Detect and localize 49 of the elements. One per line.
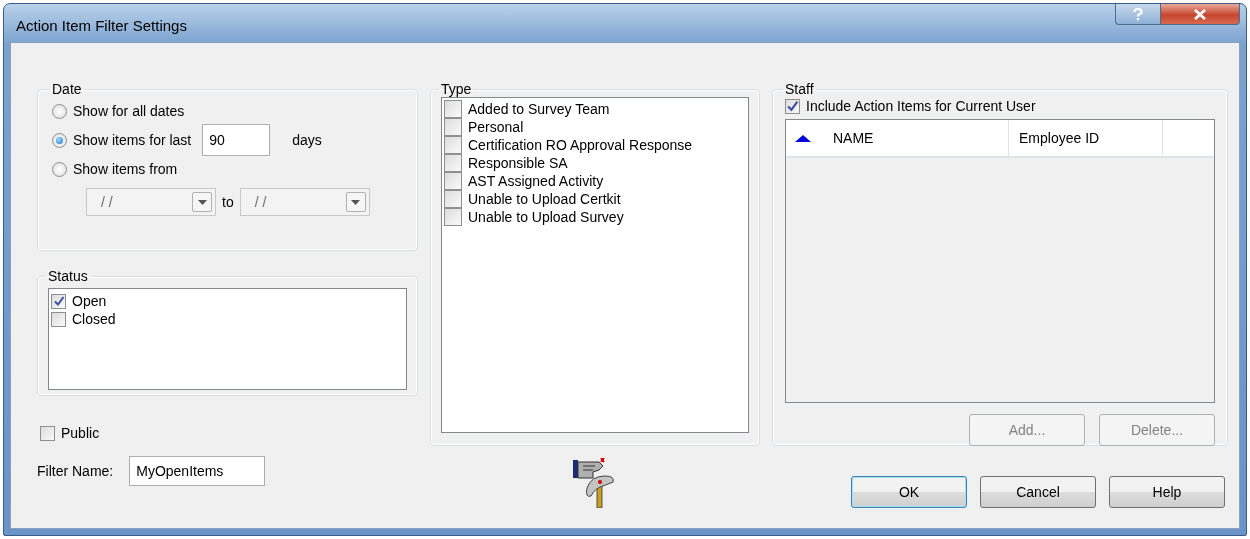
checkbox-label: Unable to Upload Survey	[468, 208, 624, 226]
window-title: Action Item Filter Settings	[15, 15, 187, 34]
checkbox-label: Unable to Upload Certkit	[468, 190, 621, 208]
checkbox-label: Certification RO Approval Response	[468, 136, 693, 154]
checkbox-label: Open	[72, 292, 107, 310]
radio-label: Show items from	[73, 161, 178, 177]
checkbox[interactable]	[444, 154, 462, 172]
checkbox-label: Personal	[468, 118, 524, 136]
checkbox-label: Added to Survey Team	[468, 100, 610, 118]
checkbox-label: Include Action Items for Current User	[806, 97, 1036, 115]
cancel-button[interactable]: Cancel	[980, 476, 1096, 508]
days-field[interactable]: 90	[202, 124, 271, 156]
days-label: days	[292, 132, 322, 148]
checkbox[interactable]	[785, 98, 800, 114]
checkbox-label: Public	[61, 424, 100, 442]
dropdown-caret-icon	[192, 192, 212, 212]
checkbox[interactable]	[40, 425, 55, 441]
radio-button[interactable]	[52, 103, 67, 119]
filter-name-field[interactable]: MyOpenItems	[129, 456, 266, 486]
help-button[interactable]: Help	[1109, 476, 1225, 508]
help-icon	[1133, 7, 1143, 21]
checkbox[interactable]	[444, 208, 462, 226]
checkbox-label: Closed	[72, 310, 116, 328]
group-label: Staff	[784, 81, 815, 97]
radio-button[interactable]	[52, 132, 67, 148]
checkbox[interactable]	[444, 118, 462, 136]
checkbox-label: Responsible SA	[468, 154, 568, 172]
dropdown-caret-icon	[345, 192, 366, 212]
checkbox[interactable]	[444, 172, 462, 190]
checkbox[interactable]	[51, 293, 66, 309]
group-label: Type	[440, 81, 473, 97]
checkbox[interactable]	[444, 190, 462, 208]
help-button[interactable]	[1115, 4, 1161, 25]
checkbox[interactable]	[444, 100, 462, 118]
column-header[interactable]: Employee ID	[1009, 120, 1163, 156]
group-label: Status	[47, 268, 89, 284]
radio-label: Show for all dates	[73, 103, 185, 119]
field-label: Filter Name:	[37, 463, 114, 479]
column-header[interactable]: NAME	[786, 120, 1009, 156]
close-button[interactable]	[1161, 4, 1240, 25]
to-label: to	[222, 194, 234, 210]
group-label: Date	[51, 81, 83, 97]
ok-button[interactable]: OK	[851, 476, 967, 508]
close-icon	[1193, 8, 1207, 20]
checkbox-label: AST Assigned Activity	[468, 172, 604, 190]
hand-hammer-icon	[573, 458, 617, 508]
radio-label: Show items for last	[73, 132, 192, 148]
checkbox[interactable]	[444, 136, 462, 154]
checkbox[interactable]	[51, 311, 66, 327]
